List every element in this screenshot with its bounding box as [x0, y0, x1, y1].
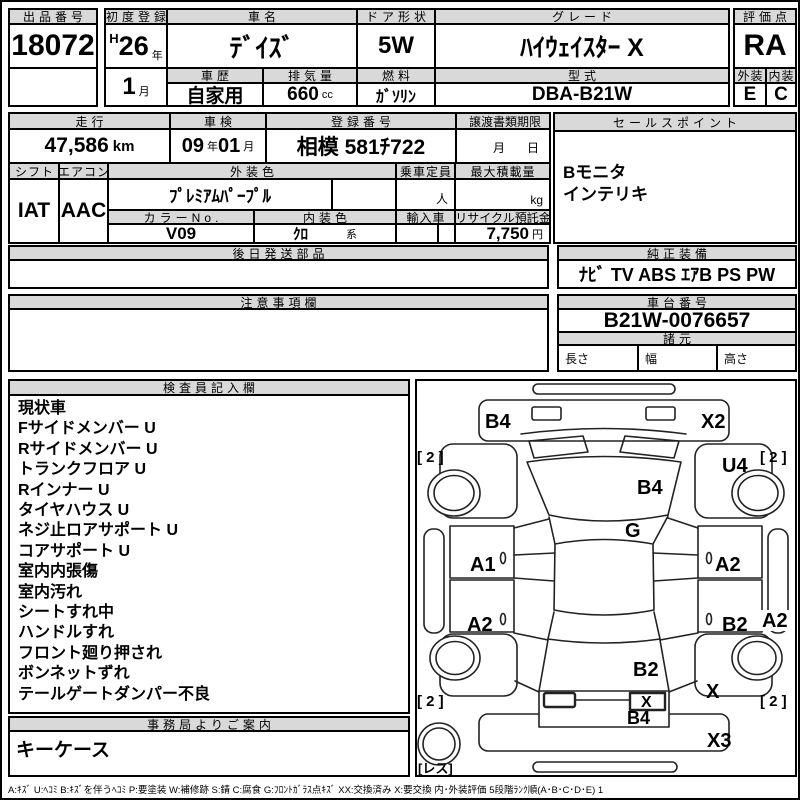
cautions-value — [8, 308, 549, 372]
first-registration-year: H26年 — [104, 23, 168, 69]
windshield-label: G — [625, 520, 641, 542]
inspector-notes-list: 現状車Fサイドメンバー URサイドメンバー Uトランクフロア URインナー Uタ… — [8, 394, 410, 714]
inspection-value: 09年01月 — [169, 128, 267, 164]
c-pillar-right-line — [660, 633, 698, 640]
rear-window-left-edge — [548, 612, 554, 639]
headlight-right — [620, 436, 679, 458]
shift-value: IAT — [8, 178, 60, 244]
sales-points-header: セールスポイント — [555, 114, 795, 132]
spec-height-cell: 高さ — [716, 344, 797, 372]
tire-rear-left-label: [ 2 ] — [417, 693, 444, 710]
import-value — [395, 223, 456, 244]
recycle-value: 7,750円 — [454, 223, 551, 244]
headlight-left — [529, 436, 588, 458]
door-handle-front-left — [501, 553, 506, 564]
quarter-rear-right-label: A2 — [762, 610, 788, 632]
car-damage-diagram: B4 X2 [ 2 ] [ 2 ] U4 B4 G A1 A2 A2 B2 A2… — [417, 381, 795, 775]
lot-number-value: 18072 — [8, 23, 98, 69]
tire-front-left-label: [ 2 ] — [417, 449, 444, 466]
roof-strip-bottom — [533, 762, 677, 772]
rear-bumper-label: X3 — [707, 730, 731, 752]
ac-value: AAC — [58, 178, 109, 244]
exterior-color-value: ﾌﾟﾚﾐｱﾑﾊﾟｰﾌﾟﾙ — [107, 178, 333, 211]
left-sill — [424, 529, 444, 633]
spec-width-cell: 幅 — [637, 344, 718, 372]
exterior-grade-value: E — [733, 82, 767, 107]
door-front-left-label: A1 — [470, 554, 496, 576]
rear-right-x-label: X — [706, 681, 720, 703]
tailgate-label: B2 — [633, 659, 659, 681]
office-info-value: キーケース — [8, 730, 410, 777]
a-pillar-left-line — [514, 519, 549, 528]
b-pillar-right-line2 — [654, 578, 698, 581]
c-pillar-left-line — [514, 633, 548, 640]
displacement-value: 660cc — [262, 82, 358, 107]
b-pillar-left-line1 — [514, 553, 555, 555]
auction-sheet: 出品番号 18072 初度登録 H26年 1月 車名 ﾃﾞｲｽﾞ 車歴 自家用 … — [0, 0, 800, 800]
grade-value: ﾊｲｳｪｲｽﾀｰ X — [434, 23, 730, 69]
b-pillar-right-line1 — [653, 553, 698, 555]
exterior-color-empty-cell — [331, 178, 397, 211]
door-rear-right-label: B2 — [722, 614, 748, 636]
door-handle-front-right — [707, 553, 712, 564]
fender-front-right-label: U4 — [722, 455, 748, 477]
mileage-value: 47,586km — [8, 128, 171, 164]
import-divider — [412, 225, 440, 242]
wheel-front-left-outer — [428, 470, 480, 516]
rear-gate-lower-label: B4 — [627, 708, 650, 728]
sales-points-list: Bモニタインテリキ — [555, 132, 795, 206]
spare-tire-outer — [418, 723, 460, 765]
door-handle-rear-left — [501, 614, 506, 625]
door-rear-left-label: A2 — [467, 614, 493, 636]
interior-grade-value: C — [765, 82, 797, 107]
front-bumper-right-label: X2 — [701, 411, 725, 433]
equipment-value: ﾅﾋﾞ TV ABS ｴｱB PS PW — [557, 259, 797, 289]
spare-label: [レス] — [418, 761, 453, 775]
lot-empty-cell — [8, 67, 98, 107]
cowl-arc — [521, 429, 686, 435]
car-name-value: ﾃﾞｲｽﾞ — [166, 23, 358, 69]
rear-window-arc — [548, 639, 660, 643]
color-no-value: V09 — [107, 223, 255, 244]
rear-window-right-edge — [654, 612, 660, 639]
wheel-rear-left-outer — [430, 636, 480, 680]
first-registration-month: 1月 — [104, 67, 168, 107]
history-value: 自家用 — [166, 82, 264, 107]
door-shape-value: 5W — [356, 23, 436, 69]
damage-diagram-box: B4 X2 [ 2 ] [ 2 ] U4 B4 G A1 A2 A2 B2 A2… — [415, 379, 797, 777]
b-pillar-left-line2 — [514, 578, 554, 581]
door-front-right-label: A2 — [715, 554, 741, 576]
windshield-left-edge — [549, 517, 555, 544]
spec-length-cell: 長さ — [557, 344, 639, 372]
tailgate-right-edge — [660, 640, 669, 691]
front-bumper-left-label: B4 — [485, 411, 511, 433]
tire-rear-right-label: [ 2 ] — [760, 693, 787, 710]
quarter-right-line — [669, 681, 697, 692]
transfer-deadline-value: 月日 — [455, 128, 551, 164]
era-letter: H — [109, 31, 118, 46]
quarter-left-line — [515, 681, 539, 692]
score-value: RA — [733, 23, 797, 69]
tire-front-right-label: [ 2 ] — [760, 449, 787, 466]
tailgate-left-edge — [539, 640, 548, 691]
front-plate-left — [532, 407, 561, 420]
windshield-right-edge — [653, 516, 668, 544]
legend-line: A:ｷｽﾞ U:ﾍｺﾐ B:ｷｽﾞを伴うﾍｺﾐ P:要塗装 W:補修跡 S:錆 … — [8, 782, 798, 796]
sales-points-box: セールスポイント Bモニタインテリキ — [553, 112, 797, 244]
wheel-rear-right-outer — [732, 636, 782, 680]
front-bumper-shape — [479, 400, 729, 441]
roof-shape — [554, 540, 654, 616]
capacity-value: 人 — [395, 178, 456, 211]
a-pillar-right-line — [668, 518, 698, 528]
registration-number-value: 相模 581ﾁ722 — [265, 128, 457, 164]
later-parts-value — [8, 259, 549, 289]
front-plate-right — [646, 407, 675, 420]
door-handle-rear-right — [707, 614, 712, 625]
max-load-value: kg — [454, 178, 551, 211]
interior-color-value: ｸﾛ系 — [253, 223, 397, 244]
roof-strip-top — [533, 384, 675, 394]
model-code-value: DBA-B21W — [434, 82, 730, 107]
fuel-value: ｶﾞｿﾘﾝ — [356, 82, 436, 107]
hood-label: B4 — [637, 477, 663, 499]
